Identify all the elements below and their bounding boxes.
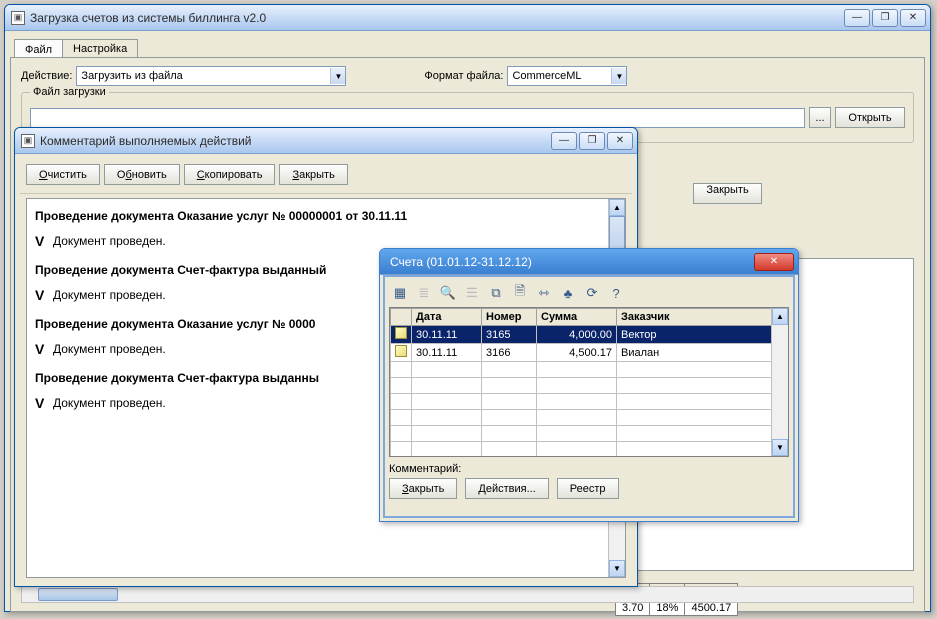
close-button[interactable]: ✕ <box>754 253 794 271</box>
scroll-up-icon[interactable]: ▲ <box>772 308 788 325</box>
document-icon <box>395 345 407 357</box>
accounts-toolbar: ▦ ≣ 🔍 ☰ ⧉ 🗎 ⇿ ♣ ⟳ ? <box>389 281 789 307</box>
main-tabstrip: Файл Настройка <box>10 35 925 57</box>
doc-icon[interactable]: 🗎 <box>511 284 529 302</box>
col-date[interactable]: Дата <box>412 309 482 326</box>
help-icon[interactable]: ? <box>607 284 625 302</box>
col-sum[interactable]: Сумма <box>537 309 617 326</box>
tree-icon[interactable]: ♣ <box>559 284 577 302</box>
document-icon <box>395 327 407 339</box>
close-button[interactable]: Закрыть <box>279 164 347 185</box>
close-button[interactable]: ✕ <box>607 132 633 150</box>
app-icon: ▣ <box>11 11 25 25</box>
accounts-registry-button[interactable]: Реестр <box>557 478 619 499</box>
log-status: VДокумент проведен. <box>35 233 617 249</box>
main-title: Загрузка счетов из системы биллинга v2.0 <box>30 11 844 25</box>
col-customer[interactable]: Заказчик <box>617 309 788 326</box>
list-icon[interactable]: ≣ <box>415 284 433 302</box>
app-icon: ▣ <box>21 134 35 148</box>
accounts-titlebar[interactable]: Счета (01.01.12-31.12.12) ✕ <box>380 249 798 275</box>
col-number[interactable]: Номер <box>482 309 537 326</box>
accounts-close-button[interactable]: Закрыть <box>389 478 457 499</box>
maximize-button[interactable]: ❐ <box>579 132 605 150</box>
format-label: Формат файла: <box>424 70 503 82</box>
log-entry: Проведение документа Оказание услуг № 00… <box>35 209 617 249</box>
h-scrollbar[interactable] <box>21 586 914 603</box>
table-row-empty <box>391 362 788 378</box>
checkmark-icon: V <box>35 233 47 249</box>
cell-customer: Вектор <box>617 326 788 344</box>
table-row-empty <box>391 410 788 426</box>
cell-customer: Виалан <box>617 344 788 362</box>
file-path-input[interactable] <box>30 108 805 128</box>
open-button[interactable]: Открыть <box>835 107 905 128</box>
table-row[interactable]: 30.11.1131654,000.00Вектор <box>391 326 788 344</box>
browse-button[interactable]: ... <box>809 107 831 128</box>
copy-icon[interactable]: ⧉ <box>487 284 505 302</box>
comment-title: Комментарий выполняемых действий <box>40 134 551 148</box>
table-row[interactable]: 30.11.1131664,500.17Виалан <box>391 344 788 362</box>
table-row-empty <box>391 426 788 442</box>
scroll-up-icon[interactable]: ▲ <box>609 199 625 216</box>
search-icon[interactable]: 🔍 <box>439 284 457 302</box>
accounts-title: Счета (01.01.12-31.12.12) <box>386 255 754 269</box>
chevron-down-icon: ▼ <box>611 68 626 84</box>
checkmark-icon: V <box>35 395 47 411</box>
minimize-button[interactable]: — <box>844 9 870 27</box>
scroll-down-icon[interactable]: ▼ <box>609 560 625 577</box>
tab-settings[interactable]: Настройка <box>62 39 138 57</box>
accounts-actions-button[interactable]: Действия... <box>465 478 548 499</box>
cell-date: 30.11.11 <box>412 326 482 344</box>
action-label: Действие: <box>21 70 72 82</box>
chevron-down-icon: ▼ <box>330 68 345 84</box>
log-heading: Проведение документа Оказание услуг № 00… <box>35 209 617 223</box>
clear-button[interactable]: Очистить <box>26 164 100 185</box>
table-row-empty <box>391 442 788 458</box>
format-combo[interactable]: CommerceML ▼ <box>507 66 627 86</box>
refresh-icon[interactable]: ⟳ <box>583 284 601 302</box>
comment-label: Комментарий: <box>389 463 789 475</box>
format-value: CommerceML <box>512 70 581 82</box>
cell-number: 3165 <box>482 326 537 344</box>
row-icon-cell <box>391 344 412 362</box>
grid-icon[interactable]: ▦ <box>391 284 409 302</box>
checkmark-icon: V <box>35 287 47 303</box>
row-icon-cell <box>391 326 412 344</box>
cell-sum: 4,000.00 <box>537 326 617 344</box>
refresh-button[interactable]: Обновить <box>104 164 180 185</box>
close-button[interactable]: ✕ <box>900 9 926 27</box>
accounts-window: Счета (01.01.12-31.12.12) ✕ ▦ ≣ 🔍 ☰ ⧉ 🗎 … <box>379 248 799 522</box>
grid-v-scrollbar[interactable]: ▲ ▼ <box>771 308 788 456</box>
comment-titlebar[interactable]: ▣ Комментарий выполняемых действий — ❐ ✕ <box>15 128 637 154</box>
table-row-empty <box>391 378 788 394</box>
main-titlebar[interactable]: ▣ Загрузка счетов из системы биллинга v2… <box>5 5 930 31</box>
comment-toolbar: Очистить Обновить Скопировать Закрыть <box>20 158 632 194</box>
action-combo[interactable]: Загрузить из файла ▼ <box>76 66 346 86</box>
file-legend: Файл загрузки <box>30 86 109 98</box>
scroll-down-icon[interactable]: ▼ <box>772 439 788 456</box>
accounts-grid[interactable]: Дата Номер Сумма Заказчик 30.11.1131654,… <box>389 307 789 457</box>
scrollbar-thumb[interactable] <box>38 588 118 601</box>
maximize-button[interactable]: ❐ <box>872 9 898 27</box>
cell-date: 30.11.11 <box>412 344 482 362</box>
cell-sum: 4,500.17 <box>537 344 617 362</box>
table-row-empty <box>391 394 788 410</box>
col-icon[interactable] <box>391 309 412 326</box>
minimize-button[interactable]: — <box>551 132 577 150</box>
action-value: Загрузить из файла <box>81 70 182 82</box>
cell-number: 3166 <box>482 344 537 362</box>
checkmark-icon: V <box>35 341 47 357</box>
main-close-button[interactable]: Закрыть <box>693 183 761 204</box>
filter-icon[interactable]: ☰ <box>463 284 481 302</box>
tab-file[interactable]: Файл <box>14 39 63 58</box>
resize-icon[interactable]: ⇿ <box>535 284 553 302</box>
copy-button[interactable]: Скопировать <box>184 164 276 185</box>
